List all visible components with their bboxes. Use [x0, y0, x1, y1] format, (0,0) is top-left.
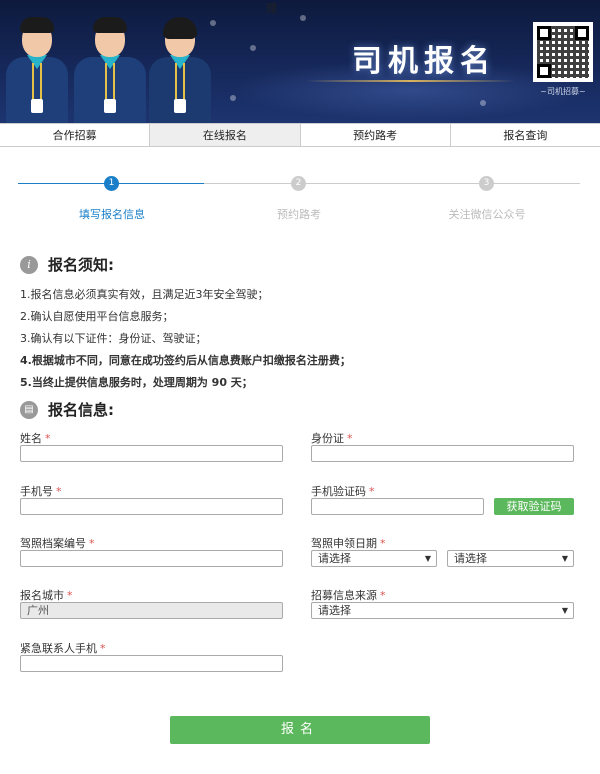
emergency-input[interactable]: [20, 655, 283, 672]
notice-item: 1.报名信息必须真实有效，且满足近3年安全驾驶；: [20, 288, 269, 301]
city-input: 广州: [20, 602, 283, 619]
driver-photo: [70, 13, 150, 123]
id-input[interactable]: [311, 445, 574, 462]
name-input[interactable]: [20, 445, 283, 462]
banner-title: 司机报名: [352, 44, 496, 79]
notice-item: 3.确认有以下证件：身份证、驾驶证；: [20, 332, 207, 345]
step-3-label: 关注微信公众号: [448, 208, 526, 221]
chevron-down-icon: ▼: [424, 554, 431, 563]
get-code-button[interactable]: 获取验证码: [494, 498, 574, 515]
tab-cooperation[interactable]: 合作招募: [0, 123, 151, 146]
form-header: ▤ 报名信息:: [20, 399, 114, 420]
name-label: 姓名 *: [20, 432, 51, 445]
phone-label: 手机号 *: [20, 485, 62, 498]
chevron-down-icon: ▼: [561, 606, 568, 615]
chevron-down-icon: ▼: [561, 554, 568, 563]
nav-tabs: 合作招募 在线报名 预约路考 报名查询: [0, 123, 600, 147]
step-1-label: 填写报名信息: [79, 208, 145, 221]
qr-code: [533, 22, 593, 82]
tab-signup-query[interactable]: 报名查询: [450, 123, 600, 146]
license-year-select[interactable]: 请选择 ▼: [311, 550, 437, 567]
source-label: 招募信息来源 *: [311, 589, 386, 602]
license-no-input[interactable]: [20, 550, 283, 567]
notice-title: 报名须知:: [48, 256, 114, 274]
notice-item: 4.根据城市不同，同意在成功签约后从信息费账户扣缴报名注册费；: [20, 354, 351, 367]
form-title: 报名信息:: [48, 401, 114, 419]
step-3-number: 3: [479, 176, 494, 191]
license-month-select[interactable]: 请选择 ▼: [447, 550, 574, 567]
qr-caption: ~司机招募~: [540, 87, 586, 96]
info-icon: i: [20, 255, 38, 274]
id-label: 身份证 *: [311, 432, 353, 445]
tab-road-test[interactable]: 预约路考: [300, 123, 451, 146]
header-text: 理: [266, 2, 277, 15]
driver-photo: [2, 13, 72, 123]
step-2-number: 2: [291, 176, 306, 191]
code-label: 手机验证码 *: [311, 485, 375, 498]
step-1-number: 1: [104, 176, 119, 191]
form-icon: ▤: [20, 400, 38, 419]
banner: 司机报名 ~司机招募~: [0, 0, 600, 123]
source-select[interactable]: 请选择 ▼: [311, 602, 574, 619]
submit-button[interactable]: 报名: [170, 716, 430, 744]
phone-input[interactable]: [20, 498, 283, 515]
driver-photo: [145, 13, 215, 123]
code-input[interactable]: [311, 498, 484, 515]
notice-item: 2.确认自愿使用平台信息服务；: [20, 310, 174, 323]
step-2-label: 预约路考: [277, 208, 321, 221]
progress-steps: 1 2 3 填写报名信息 预约路考 关注微信公众号: [0, 172, 600, 227]
license-date-label: 驾照申领日期 *: [311, 537, 386, 550]
notice-item: 5.当终止提供信息服务时，处理周期为 90 天；: [20, 376, 253, 389]
city-label: 报名城市 *: [20, 589, 73, 602]
tab-online-signup[interactable]: 在线报名: [150, 123, 301, 146]
notice-header: i 报名须知:: [20, 254, 114, 275]
banner-divider: [305, 80, 515, 82]
license-no-label: 驾照档案编号 *: [20, 537, 95, 550]
notice-list: 1.报名信息必须真实有效，且满足近3年安全驾驶； 2.确认自愿使用平台信息服务；…: [20, 284, 351, 394]
emergency-label: 紧急联系人手机 *: [20, 642, 106, 655]
